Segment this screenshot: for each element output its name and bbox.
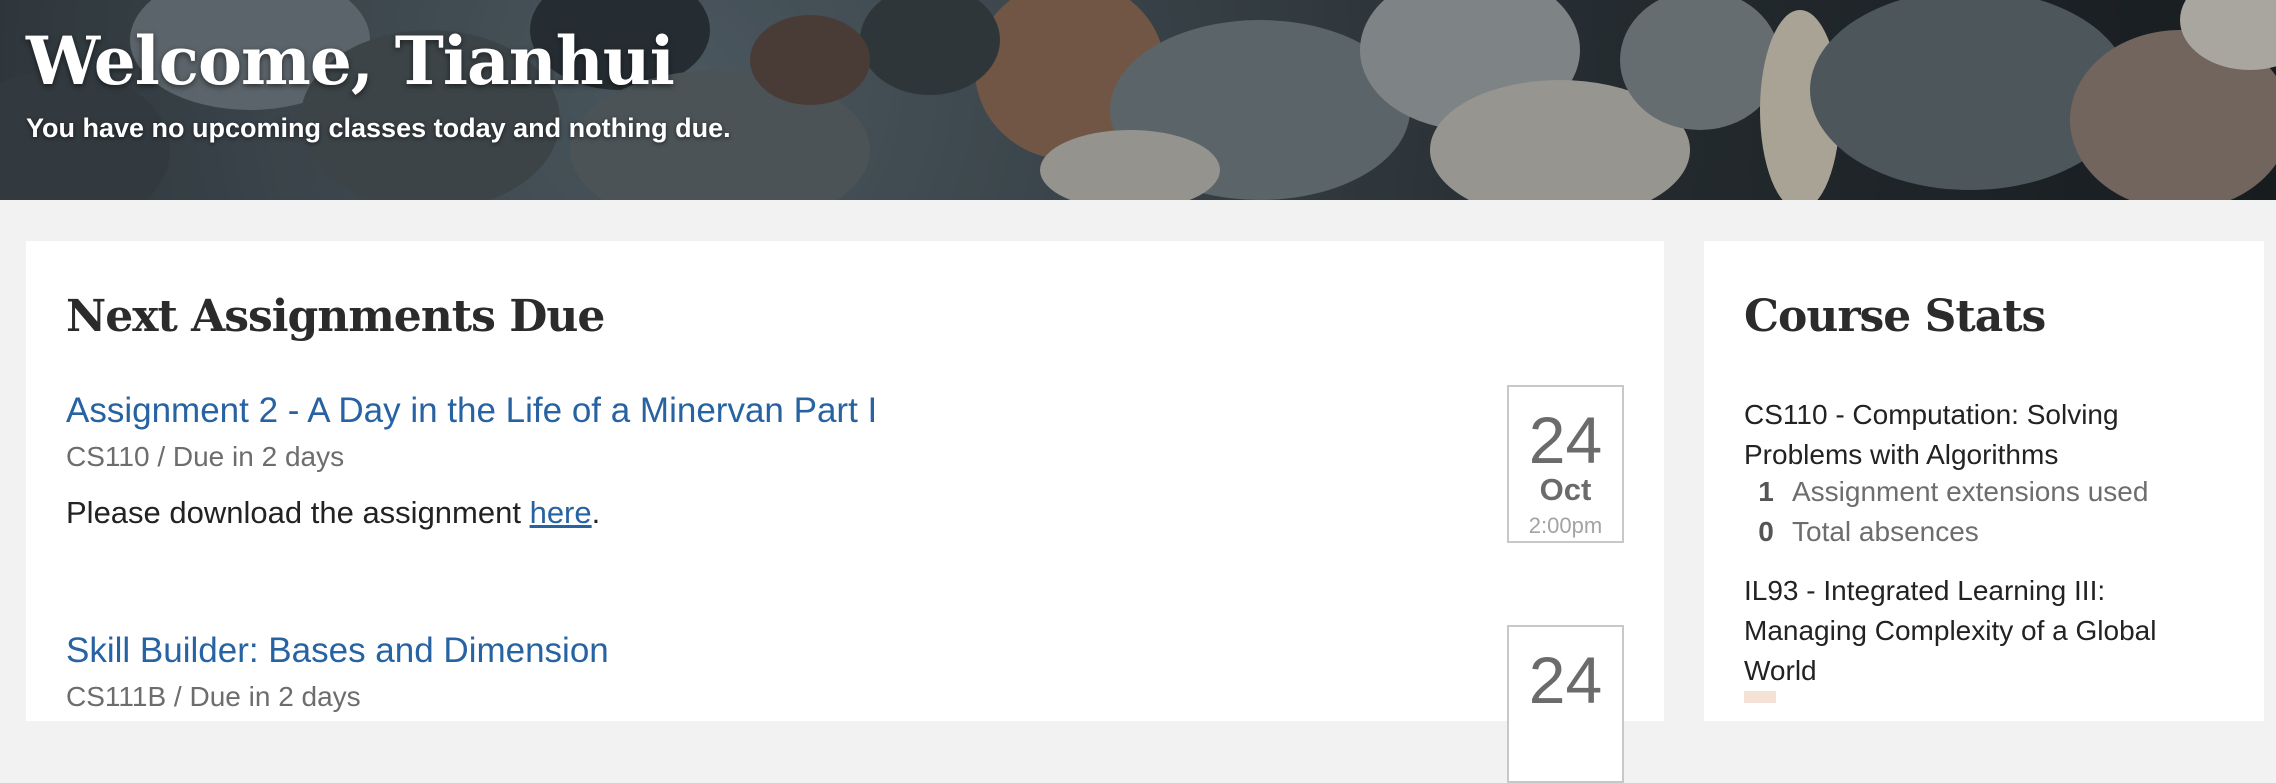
assignment-title-link[interactable]: Skill Builder: Bases and Dimension (66, 631, 1624, 671)
welcome-heading: Welcome, Tianhui (26, 22, 675, 100)
stat-row: 1 Assignment extensions used (1744, 476, 2148, 508)
due-date-box: 24 (1507, 625, 1624, 783)
assignment-item: Assignment 2 - A Day in the Life of a Mi… (66, 385, 1624, 543)
stat-value: 0 (1758, 516, 1774, 547)
stat-badge-partial (1744, 691, 1776, 703)
due-date-day: 24 (1528, 403, 1603, 477)
course-stats-card: Course Stats CS110 - Computation: Solvin… (1704, 241, 2264, 721)
assignment-title-link[interactable]: Assignment 2 - A Day in the Life of a Mi… (66, 391, 1624, 431)
assignment-description: Please download the assignment here. (66, 495, 1624, 531)
welcome-subtitle: You have no upcoming classes today and n… (26, 113, 731, 143)
stat-row: 0 Total absences (1744, 516, 1979, 548)
assignment-meta: CS110 / Due in 2 days (66, 441, 345, 472)
assignment-description-end: . (591, 495, 601, 530)
assignment-meta: CS111B / Due in 2 days (66, 681, 361, 712)
next-assignments-card: Next Assignments Due Assignment 2 - A Da… (26, 241, 1664, 783)
hero-banner: Welcome, Tianhui You have no upcoming cl… (0, 0, 2276, 200)
assignment-description-text: Please download the assignment (66, 495, 530, 530)
stat-value: 1 (1758, 476, 1774, 507)
assignment-item: Skill Builder: Bases and Dimension CS111… (66, 625, 1624, 783)
stat-label: Assignment extensions used (1792, 476, 2149, 507)
stat-label: Total absences (1792, 516, 1979, 547)
due-date-month: Oct (1539, 472, 1592, 507)
next-assignments-heading: Next Assignments Due (66, 291, 605, 342)
due-date-time: 2:00pm (1528, 513, 1603, 538)
course-stats-heading: Course Stats (1744, 291, 2046, 342)
due-date-day: 24 (1528, 643, 1603, 717)
stat-course-name: CS110 - Computation: Solving Problems wi… (1744, 399, 2119, 470)
assignment-download-link[interactable]: here (530, 495, 592, 530)
due-date-box: 24 Oct 2:00pm (1507, 385, 1624, 543)
stat-course-name: IL93 - Integrated Learning III: Managing… (1744, 575, 2157, 686)
